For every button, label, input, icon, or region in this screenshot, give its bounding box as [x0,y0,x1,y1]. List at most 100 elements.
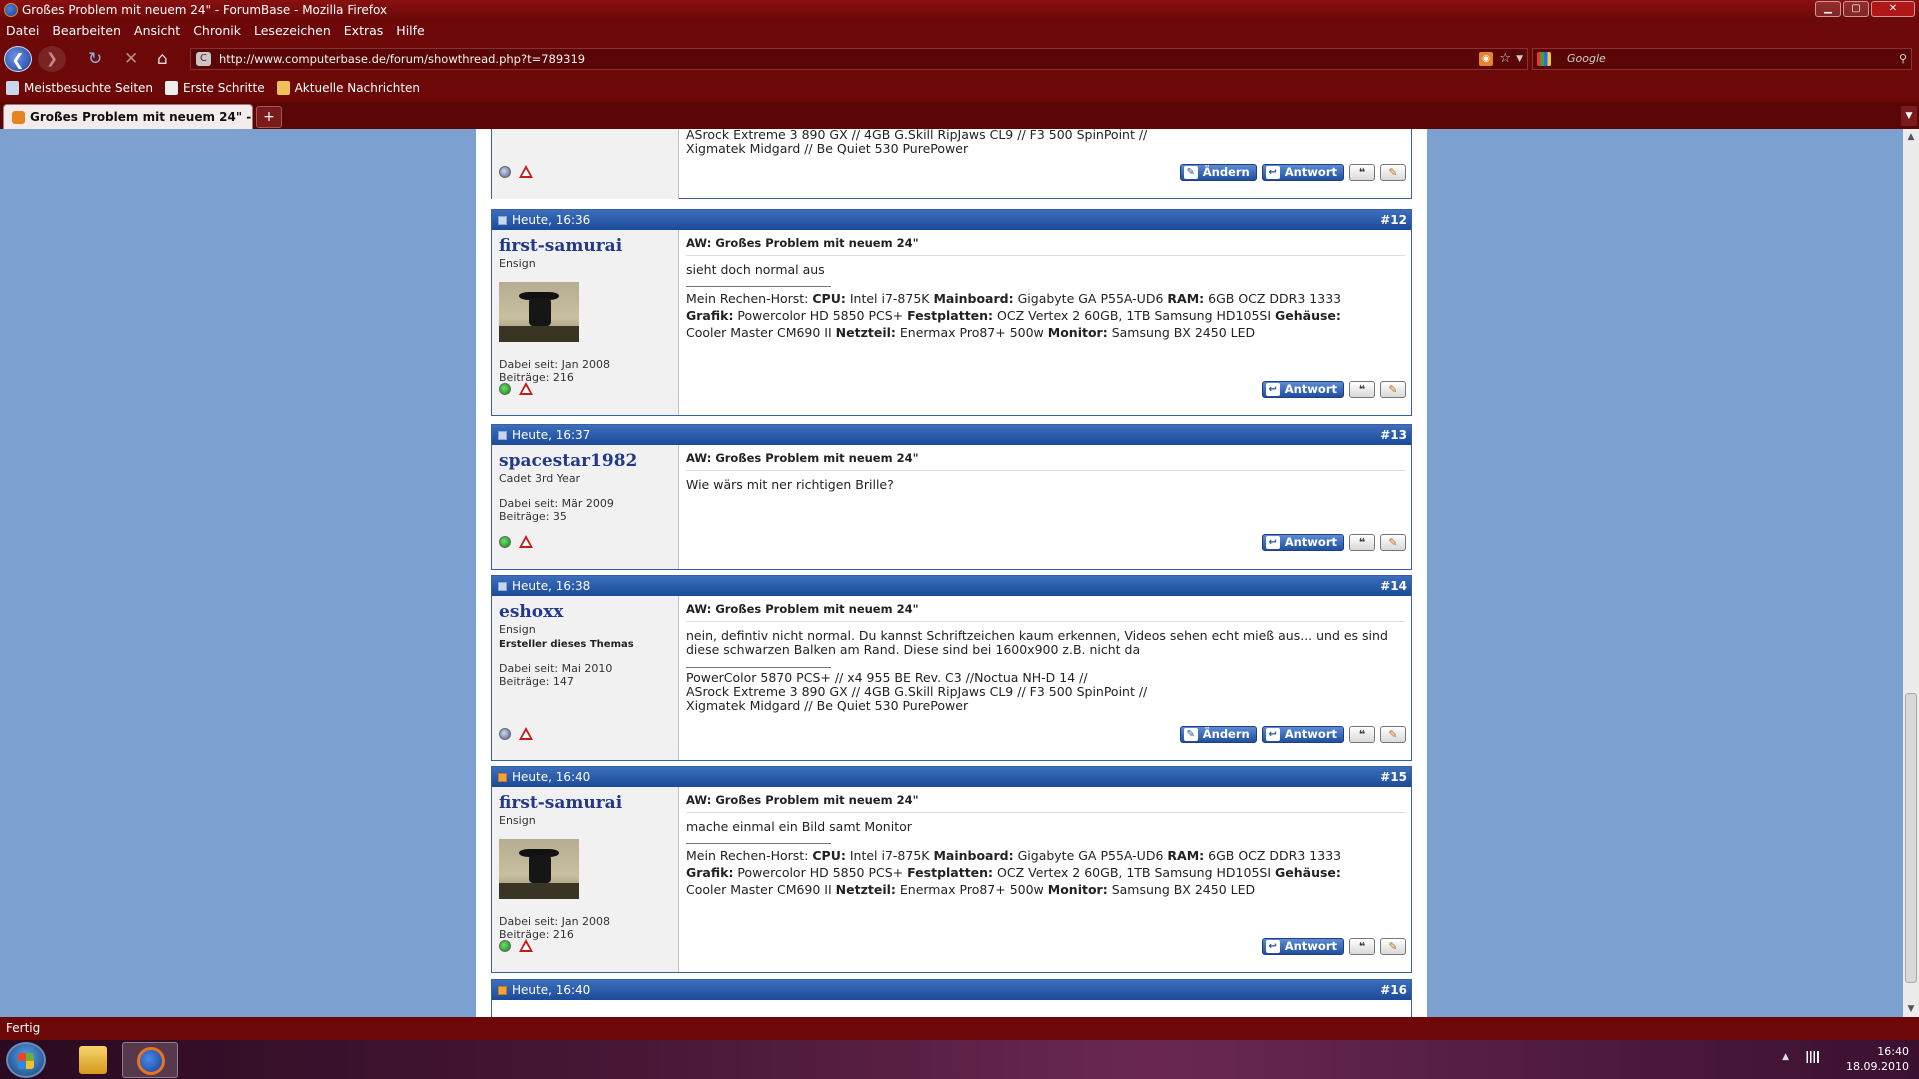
stop-icon[interactable]: ✕ [124,49,138,69]
post-signature: PowerColor 5870 PCS+ // x4 955 BE Rev. C… [686,671,1405,713]
post-number[interactable]: #15 [1380,767,1407,787]
network-icon[interactable] [1805,1051,1819,1063]
menu-extras[interactable]: Extras [344,20,384,42]
post-count: Beiträge: 147 [499,675,574,688]
tab-title: Großes Problem mit neuem 24" - For... [30,110,252,124]
report-icon[interactable] [519,382,533,395]
rss-icon[interactable]: ◉ [1479,52,1493,66]
reply-button[interactable]: ↩ Antwort [1261,726,1344,743]
post-count: Beiträge: 35 [499,510,567,523]
username-link[interactable]: eshoxx [499,602,671,622]
report-icon[interactable] [519,535,533,548]
back-button[interactable]: ❮ [4,46,32,72]
online-status-icon [499,382,511,395]
forward-button[interactable]: ❯ [38,46,66,72]
bookmark-erste-schritte[interactable]: Erste Schritte [165,74,265,102]
taskbar-firefox[interactable] [122,1042,178,1078]
close-button[interactable]: ✕ [1871,1,1915,17]
clock-time[interactable]: 16:40 [1846,1044,1909,1059]
search-icon[interactable]: ⚲ [1899,49,1907,69]
quote-button[interactable]: ❝ [1349,534,1375,551]
post-number[interactable]: #13 [1380,425,1407,445]
bookmark-meistbesuchte[interactable]: Meistbesuchte Seiten [6,74,153,102]
quote-button[interactable]: ❝ [1349,381,1375,398]
reply-button[interactable]: ↩ Antwort [1261,381,1344,398]
post-number[interactable]: #12 [1380,210,1407,230]
post-title: AW: Großes Problem mit neuem 24" [686,451,1405,471]
post-signature: ASrock Extreme 3 890 GX // 4GB G.Skill R… [686,129,1405,156]
avatar[interactable] [499,839,579,899]
scroll-thumb[interactable] [1905,693,1917,983]
search-box[interactable]: Google ⚲ [1532,48,1912,70]
scroll-down-arrow[interactable]: ▼ [1903,1001,1919,1017]
post-text: Wie wärs mit ner richtigen Brille? [686,477,894,492]
post-signature: Mein Rechen-Horst: CPU: Intel i7-875K Ma… [686,848,1342,897]
menu-bearbeiten[interactable]: Bearbeiten [52,20,121,42]
post-signature: Mein Rechen-Horst: CPU: Intel i7-875K Ma… [686,291,1342,340]
edit-button[interactable]: ✎ Ändern [1179,726,1257,743]
username-link[interactable]: first-samurai [499,236,671,256]
multiquote-button[interactable]: ✎ [1380,164,1406,181]
btn-label: Antwort [1284,382,1337,396]
username-link[interactable]: spacestar1982 [499,451,671,471]
post-text: mache einmal ein Bild samt Monitor [686,819,912,834]
taskbar-explorer[interactable] [65,1042,121,1078]
site-identity-icon[interactable]: C [196,52,211,66]
maximize-button[interactable]: ▢ [1843,1,1869,17]
post-icon [498,582,507,591]
bookmark-aktuelle-nachrichten[interactable]: Aktuelle Nachrichten [276,74,421,102]
folder-icon [79,1046,107,1074]
url-text: http://www.computerbase.de/forum/showthr… [219,52,586,66]
menu-ansicht[interactable]: Ansicht [134,20,180,42]
tab-list-button[interactable]: ▼ [1901,106,1917,126]
url-bar[interactable]: C http://www.computerbase.de/forum/showt… [190,48,1528,70]
menu-datei[interactable]: Datei [6,20,39,42]
multiquote-button[interactable]: ✎ [1380,938,1406,955]
menu-lesezeichen[interactable]: Lesezeichen [254,20,331,42]
report-icon[interactable] [519,939,533,952]
bookmark-label: Aktuelle Nachrichten [294,81,421,95]
start-button[interactable] [6,1042,46,1078]
taskbar: ▲ 16:40 18.09.2010 [0,1040,1919,1079]
avatar[interactable] [499,282,579,342]
edit-button[interactable]: ✎ Ändern [1179,164,1257,181]
tray-expand-icon[interactable]: ▲ [1782,1050,1789,1065]
post-14: Heute, 16:38 #14 eshoxx Ensign Ersteller… [491,575,1412,761]
status-text: Fertig [6,1021,41,1035]
post-header: Heute, 16:36 #12 [492,210,1411,230]
post-title: AW: Großes Problem mit neuem 24" [686,602,1405,622]
home-icon[interactable]: ⌂ [157,49,168,69]
menu-hilfe[interactable]: Hilfe [396,20,424,42]
scroll-up-arrow[interactable]: ▲ [1903,129,1919,145]
report-icon[interactable] [519,165,533,178]
reload-icon[interactable]: ↻ [88,49,102,69]
tab-active[interactable]: Großes Problem mit neuem 24" - For... [3,104,253,129]
clock-date[interactable]: 18.09.2010 [1846,1059,1909,1074]
reply-icon: ↩ [1265,383,1280,396]
reply-button[interactable]: ↩ Antwort [1261,164,1344,181]
vertical-scrollbar[interactable]: ▲ ▼ [1903,129,1919,1017]
post-number[interactable]: #14 [1380,576,1407,596]
username-link[interactable]: first-samurai [499,793,671,813]
report-icon[interactable] [519,727,533,740]
url-dropdown-icon[interactable]: ▼ [1516,49,1523,69]
multiquote-button[interactable]: ✎ [1380,381,1406,398]
edit-icon: ✎ [1183,728,1198,741]
bookmark-star-icon[interactable]: ☆ [1499,49,1511,69]
reply-button[interactable]: ↩ Antwort [1261,938,1344,955]
btn-label: Ändern [1202,727,1250,741]
google-icon[interactable] [1537,52,1551,66]
multiquote-button[interactable]: ✎ [1380,726,1406,743]
quote-button[interactable]: ❝ [1349,938,1375,955]
tab-favicon [12,111,25,124]
post-date: Heute, 16:40 [512,770,591,784]
minimize-button[interactable]: ▁ [1815,1,1841,17]
menu-chronik[interactable]: Chronik [193,20,241,42]
multiquote-button[interactable]: ✎ [1380,534,1406,551]
reply-button[interactable]: ↩ Antwort [1261,534,1344,551]
post-number[interactable]: #16 [1380,980,1407,1000]
user-rank: Ensign [499,623,536,636]
quote-button[interactable]: ❝ [1349,726,1375,743]
new-tab-button[interactable]: + [256,106,282,128]
quote-button[interactable]: ❝ [1349,164,1375,181]
